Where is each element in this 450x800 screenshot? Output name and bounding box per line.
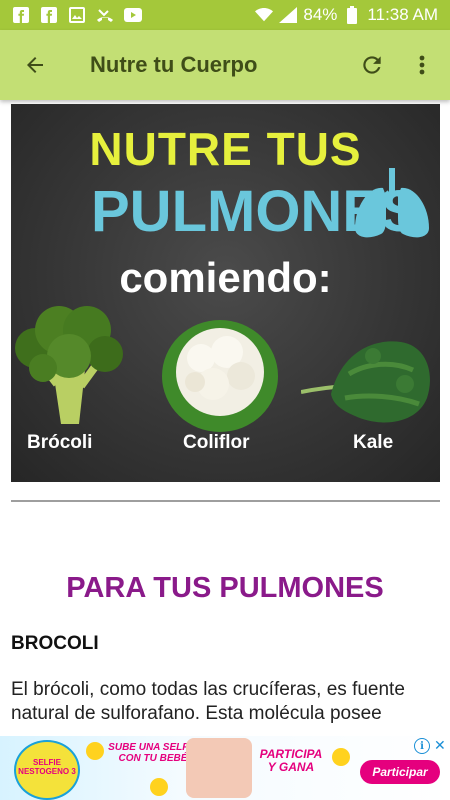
ad-participate-button[interactable]: Participar [360, 760, 440, 784]
section-title: PARA TUS PULMONES [66, 572, 384, 604]
ad-logo: SELFIE NESTOGENO 3 [14, 740, 80, 800]
ad-close-icon[interactable]: ✕ [434, 737, 446, 754]
ad-logo-text: SELFIE NESTOGENO 3 [18, 758, 76, 776]
divider [11, 500, 440, 502]
subheading: BROCOLI [11, 633, 99, 654]
body-paragraph: El brócoli, como todas las crucíferas, e… [11, 679, 405, 724]
ad-banner[interactable]: SELFIE NESTOGENO 3 SUBE UNA SELFIE CON T… [0, 736, 450, 800]
battery-icon [343, 6, 361, 24]
broccoli-illustration [15, 306, 123, 424]
back-button[interactable] [0, 30, 70, 100]
lungs-icon [355, 168, 429, 238]
wifi-icon [255, 7, 274, 23]
back-arrow-icon [27, 57, 43, 73]
food-label: Kale [353, 432, 394, 453]
hero-image: NUTRE TUS PULMONES comiendo: Brócoli Col… [11, 104, 440, 482]
kale-illustration [301, 341, 430, 423]
emoji-icon [86, 742, 104, 760]
app-bar: Nutre tu Cuerpo [0, 30, 450, 100]
ad-info-icon[interactable]: i [414, 738, 430, 754]
app-title: Nutre tu Cuerpo [90, 52, 258, 77]
emoji-icon [332, 748, 350, 766]
clock: 11:38 AM [367, 5, 438, 24]
ad-photo [186, 738, 252, 798]
system-status: 84% 11:38 AM [255, 5, 450, 25]
refresh-button[interactable] [350, 42, 394, 88]
notification-icons [0, 7, 142, 23]
battery-percent: 84% [303, 5, 338, 24]
food-label: Coliflor [183, 432, 250, 453]
youtube-icon [124, 7, 142, 23]
food-label: Brócoli [27, 432, 93, 453]
refresh-icon [363, 56, 381, 74]
facebook-icon [12, 7, 30, 23]
ad-text-participate: PARTICIPA Y GANA [259, 747, 323, 774]
emoji-icon [150, 778, 168, 796]
more-vert-icon [419, 55, 425, 75]
missed-call-icon [96, 7, 114, 23]
image-icon [68, 7, 86, 23]
hero-line-3: comiendo: [119, 254, 332, 301]
overflow-menu-button[interactable] [404, 42, 440, 88]
status-bar: 84% 11:38 AM [0, 0, 450, 30]
facebook-icon [40, 7, 58, 23]
signal-icon [279, 7, 298, 23]
cauliflower-illustration [162, 320, 278, 432]
